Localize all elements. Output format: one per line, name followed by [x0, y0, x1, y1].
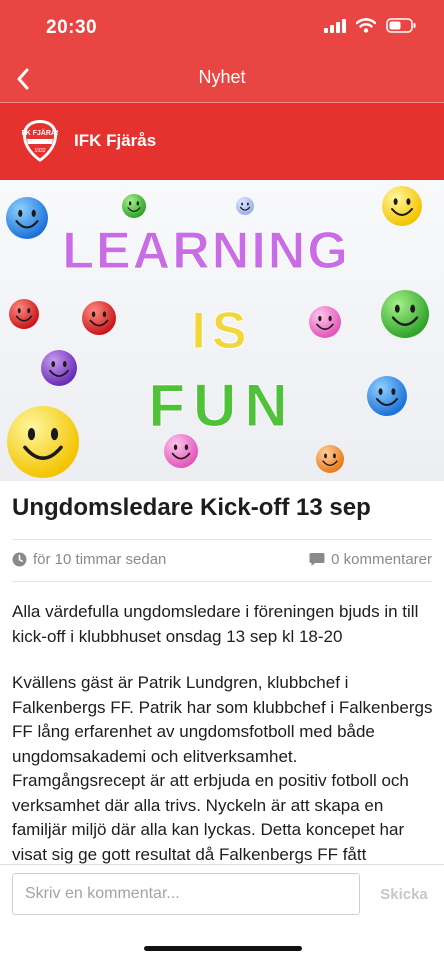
smiley-face-icon [164, 434, 198, 468]
smiley-face-icon [309, 306, 341, 338]
article-time: för 10 timmar sedan [12, 551, 166, 568]
article-title: Ungdomsledare Kick-off 13 sep [12, 494, 371, 521]
smiley-face-icon [381, 290, 429, 338]
article-hero-image: LEARNING IS FUN [0, 180, 444, 481]
smiley-face-icon [41, 350, 77, 386]
send-button[interactable]: Skicka [374, 877, 434, 911]
nav-title: Nyhet [198, 67, 246, 87]
nav-bar: Nyhet [0, 56, 444, 102]
comment-input[interactable] [12, 873, 360, 915]
hero-illustration: LEARNING IS FUN [6, 186, 429, 478]
logo-text: IFK FJÄRÅS [22, 128, 58, 137]
smiley-face-icon [367, 376, 407, 416]
status-time: 20:30 [46, 17, 98, 38]
wifi-icon [356, 18, 376, 33]
club-name: IFK Fjärås [74, 131, 157, 150]
smiley-face-icon [122, 194, 146, 218]
status-bar: 20:30 [0, 0, 444, 56]
home-indicator [144, 946, 302, 951]
article-time-ago: för 10 timmar sedan [33, 551, 167, 568]
cellular-signal-icon [324, 18, 346, 33]
hero-text-line3: FUN [148, 372, 295, 439]
article-body: Alla värdefulla ungdomsledare i förening… [12, 600, 434, 889]
smiley-face-icon [9, 299, 39, 329]
club-header[interactable]: IFK FJÄRÅS 1932 IFK Fjärås [0, 103, 444, 180]
battery-icon [386, 18, 416, 33]
comment-bubble-icon [309, 553, 325, 566]
meta-divider [12, 581, 432, 582]
comment-composer: Skicka [0, 864, 444, 961]
status-icons [324, 18, 416, 33]
smiley-face-icon [382, 186, 422, 226]
club-logo: IFK FJÄRÅS 1932 [22, 120, 58, 162]
article-meta: för 10 timmar sedan 0 kommentarer [12, 551, 432, 571]
smiley-face-icon [316, 445, 344, 473]
hero-text-line1: LEARNING [62, 222, 350, 280]
smiley-face-icon [7, 406, 79, 478]
smiley-face-icon [236, 197, 254, 215]
article-paragraph-1: Alla värdefulla ungdomsledare i förening… [12, 602, 419, 646]
logo-year: 1932 [34, 148, 45, 154]
article-paragraph-2: Kvällens gäst är Patrik Lundgren, klubbc… [12, 673, 433, 864]
title-divider [12, 539, 432, 540]
comments-link[interactable]: 0 kommentarer [309, 551, 432, 568]
clock-icon [12, 552, 27, 567]
smiley-face-icon [82, 301, 116, 335]
hero-text-line2: IS [191, 302, 252, 360]
comments-count: 0 kommentarer [331, 551, 432, 568]
smiley-face-icon [6, 197, 48, 239]
